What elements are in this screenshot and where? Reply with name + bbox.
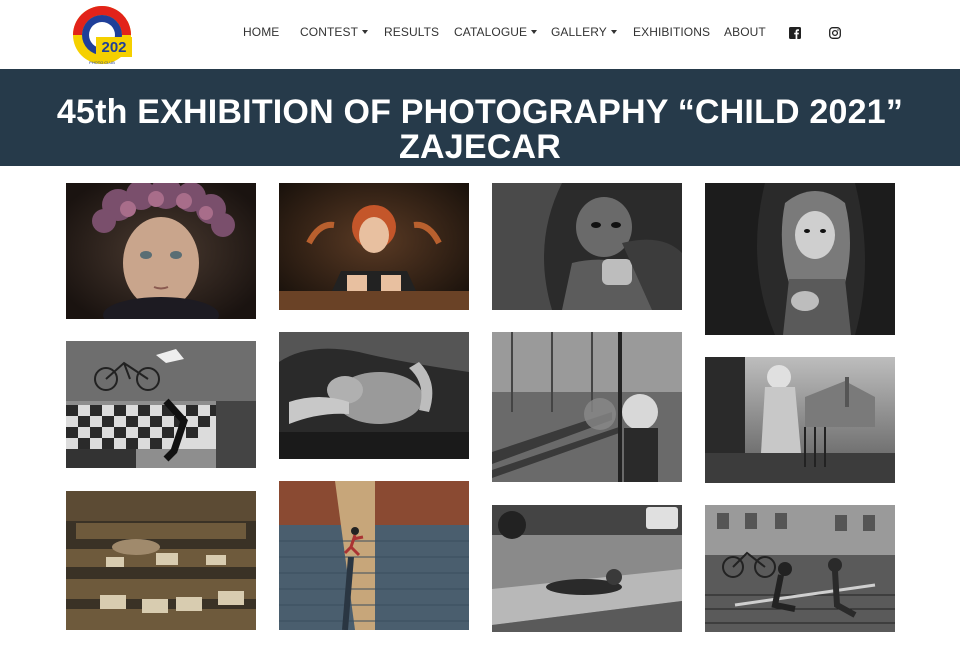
- facebook-icon[interactable]: [789, 26, 801, 39]
- photo-girl-train-window[interactable]: [492, 332, 682, 482]
- photo-girl-headscarf[interactable]: [705, 183, 895, 335]
- instagram-icon[interactable]: [829, 26, 841, 39]
- nav-contest[interactable]: CONTEST: [300, 25, 369, 39]
- title-banner: 45th EXHIBITION OF PHOTOGRAPHY “CHILD 20…: [0, 69, 960, 166]
- nav-gallery-label: GALLERY: [551, 25, 607, 39]
- nav-exhibitions[interactable]: EXHIBITIONS: [633, 25, 710, 39]
- photo-girl-braids[interactable]: [279, 183, 469, 310]
- chevron-down-icon: [610, 29, 617, 34]
- chevron-down-icon: [531, 29, 538, 34]
- nav-home[interactable]: HOME: [243, 25, 279, 39]
- page-title-line-1: 45th EXHIBITION OF PHOTOGRAPHY “CHILD 20…: [56, 93, 904, 131]
- photo-classroom-sleeping[interactable]: [66, 491, 256, 630]
- logo-ring-text: PHOTO CLUB: [89, 60, 115, 65]
- nav-gallery[interactable]: GALLERY: [551, 25, 617, 39]
- photo-child-sleeping-street[interactable]: [492, 505, 682, 632]
- photo-child-running-shadow[interactable]: [279, 481, 469, 630]
- photo-boy-fence[interactable]: [705, 357, 895, 483]
- page-title-line-2: ZAJECAR: [399, 128, 561, 166]
- nav-about[interactable]: ABOUT: [724, 25, 766, 39]
- photo-newborn-hands[interactable]: [279, 332, 469, 459]
- page-title: 45th EXHIBITION OF PHOTOGRAPHY “CHILD 20…: [0, 95, 960, 165]
- photo-baby-carried[interactable]: [492, 183, 682, 310]
- photo-club-logo[interactable]: 202 PHOTO CLUB: [70, 4, 134, 66]
- navbar: 202 PHOTO CLUB HOME CONTEST RESULTS CATA…: [0, 0, 960, 69]
- nav-catalogue[interactable]: CATALOGUE: [454, 25, 538, 39]
- nav-contest-label: CONTEST: [300, 25, 359, 39]
- logo-number: 202: [101, 39, 126, 56]
- nav-catalogue-label: CATALOGUE: [454, 25, 528, 39]
- photo-children-playing-street[interactable]: [705, 505, 895, 632]
- photo-girl-flower-crown[interactable]: [66, 183, 256, 319]
- photo-bicycle-chessboard[interactable]: [66, 341, 256, 468]
- chevron-down-icon: [362, 29, 369, 34]
- nav-results[interactable]: RESULTS: [384, 25, 439, 39]
